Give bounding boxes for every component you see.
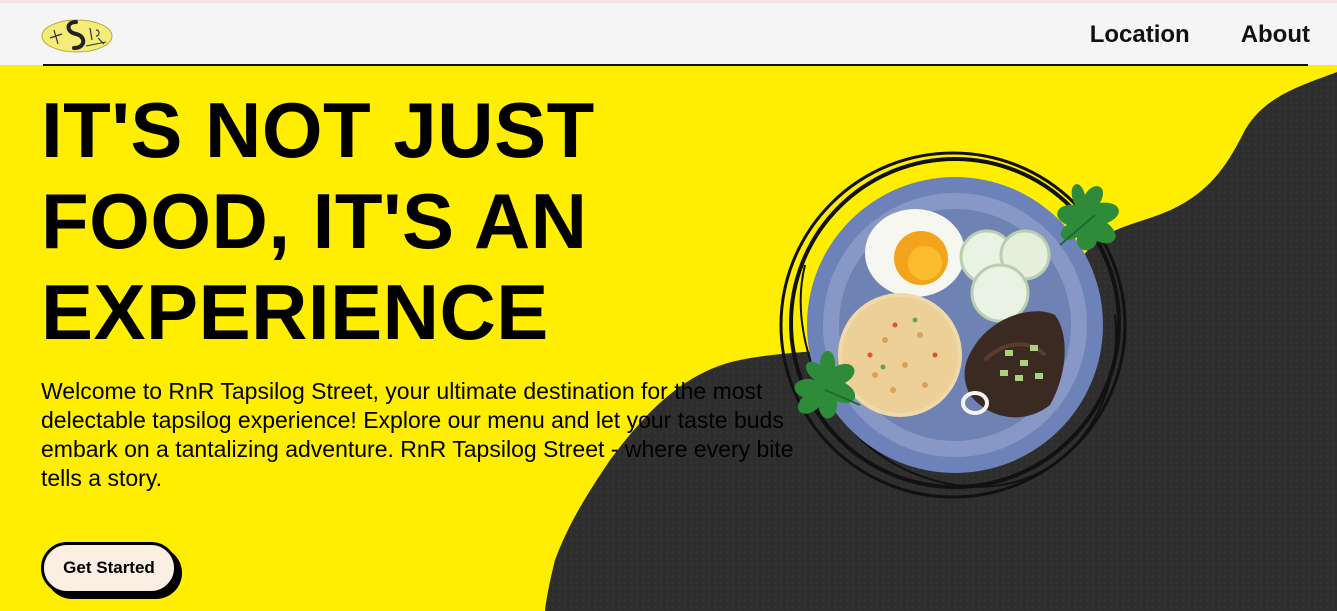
tapsilog-street-logo[interactable] — [40, 16, 114, 56]
hero-description: Welcome to RnR Tapsilog Street, your ult… — [41, 378, 794, 491]
get-started-button[interactable]: Get Started — [41, 542, 177, 594]
tapsilog-plate-icon — [779, 151, 1127, 499]
main-nav: Location About — [1090, 20, 1310, 50]
nav-link-location[interactable]: Location — [1090, 20, 1190, 50]
landing-page: Location About IT'S NOT JUST FOOD, IT'S … — [0, 0, 1337, 611]
nav-link-about[interactable]: About — [1241, 20, 1310, 50]
hero-title: IT'S NOT JUST FOOD, IT'S AN EXPERIENCE — [41, 86, 595, 356]
header-divider — [43, 64, 1308, 66]
site-header: Location About — [0, 3, 1337, 65]
